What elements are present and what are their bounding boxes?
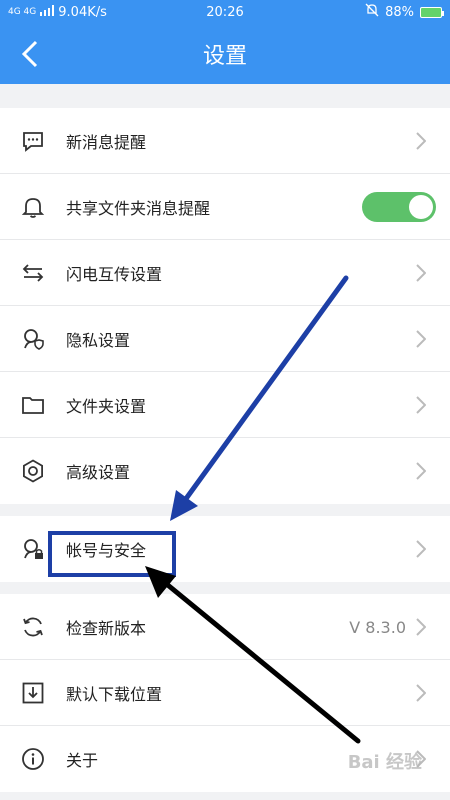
chevron-right-icon: [416, 540, 444, 558]
chat-bubble-icon: [0, 108, 66, 174]
chevron-right-icon: [416, 264, 444, 282]
row-advanced-settings[interactable]: 高级设置: [0, 438, 450, 504]
row-check-update[interactable]: 检查新版本 V 8.3.0: [0, 594, 450, 660]
battery-icon: [420, 6, 444, 18]
chevron-right-icon: [416, 684, 444, 702]
back-arrow-icon: [21, 40, 38, 68]
row-account-security[interactable]: 帐号与安全: [0, 516, 450, 582]
refresh-icon: [0, 594, 66, 660]
gear-icon: [0, 438, 66, 504]
row-privacy-settings[interactable]: 隐私设置: [0, 306, 450, 372]
chevron-right-icon: [416, 750, 444, 768]
row-label: 闪电互传设置: [66, 265, 163, 284]
chevron-right-icon: [416, 132, 444, 150]
title-bar: 设置: [0, 24, 450, 84]
row-label: 帐号与安全: [66, 541, 147, 560]
row-lightning-transfer[interactable]: 闪电互传设置: [0, 240, 450, 306]
row-label: 关于: [66, 751, 99, 770]
row-label: 新消息提醒: [66, 133, 147, 152]
back-button[interactable]: [10, 34, 50, 74]
chevron-right-icon: [416, 330, 444, 348]
section-gap: [0, 582, 450, 594]
account-lock-icon: [0, 516, 66, 582]
row-default-download[interactable]: 默认下载位置: [0, 660, 450, 726]
section-gap: [0, 504, 450, 516]
status-bar: 4G 4G 9.04K/s 20:26 88%: [0, 0, 450, 24]
download-icon: [0, 660, 66, 726]
chevron-right-icon: [416, 396, 444, 414]
info-icon: [0, 726, 66, 792]
version-value: V 8.3.0: [349, 617, 406, 637]
row-folder-settings[interactable]: 文件夹设置: [0, 372, 450, 438]
section-gap: [0, 84, 450, 108]
toggle-knob: [409, 195, 433, 219]
row-about[interactable]: 关于: [0, 726, 450, 792]
chevron-right-icon: [416, 462, 444, 480]
chevron-right-icon: [416, 618, 444, 636]
shared-folder-toggle[interactable]: [362, 192, 436, 222]
status-time: 20:26: [206, 4, 244, 20]
row-label: 检查新版本: [66, 619, 147, 638]
settings-list: 新消息提醒 共享文件夹消息提醒 闪电互传设置 隐私设置 文件夹设置 高级设置 帐…: [0, 84, 450, 792]
row-new-message-reminder[interactable]: 新消息提醒: [0, 108, 450, 174]
bell-icon: [0, 174, 66, 240]
folder-icon: [0, 372, 66, 438]
privacy-shield-icon: [0, 306, 66, 372]
row-label: 隐私设置: [66, 331, 131, 350]
row-label: 默认下载位置: [66, 685, 163, 704]
page-title: 设置: [202, 44, 247, 69]
row-shared-folder-reminder: 共享文件夹消息提醒: [0, 174, 450, 240]
transfer-arrows-icon: [0, 240, 66, 306]
row-label: 高级设置: [66, 463, 131, 482]
row-label: 共享文件夹消息提醒: [66, 199, 211, 218]
row-label: 文件夹设置: [66, 397, 147, 416]
